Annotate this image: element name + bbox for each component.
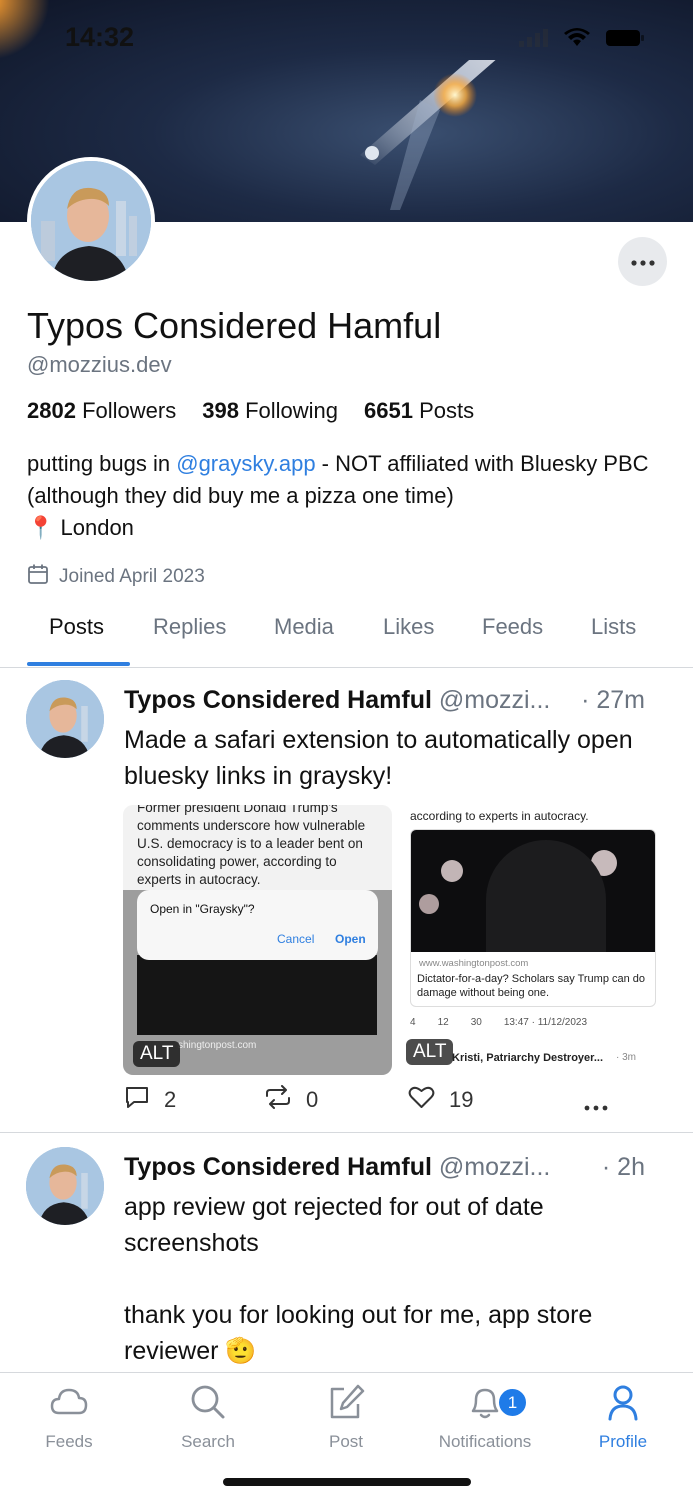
reply-icon <box>124 1085 150 1115</box>
post-text[interactable]: Made a safari extension to automatically… <box>124 722 669 794</box>
nav-profile[interactable]: Profile <box>563 1383 683 1452</box>
post-author-handle: @mozzi... <box>438 1153 551 1181</box>
tab-replies[interactable]: Replies <box>153 614 226 640</box>
person-icon <box>603 1383 643 1426</box>
post-author-name[interactable]: Typos Considered Hamful <box>124 686 432 714</box>
profile-display-name: Typos Considered Hamful <box>27 305 442 346</box>
nav-search[interactable]: Search <box>148 1383 268 1452</box>
post-image-1[interactable]: Former president Donald Trump's comments… <box>123 805 392 1075</box>
profile-tabs: Posts Replies Media Likes Feeds Lists <box>0 600 693 668</box>
tab-lists[interactable]: Lists <box>591 614 636 640</box>
alt-badge[interactable]: ALT <box>133 1041 181 1067</box>
more-options-button[interactable] <box>618 237 667 286</box>
post-timestamp: · 2h <box>601 1153 645 1181</box>
profile-avatar[interactable] <box>27 157 155 285</box>
status-time: 14:32 <box>65 22 135 52</box>
status-bar: 14:32 <box>0 0 693 80</box>
profile-bio: putting bugs in @graysky.app - NOT affil… <box>27 451 649 540</box>
battery-icon <box>605 28 645 53</box>
rocket-banner-image <box>360 60 496 210</box>
heart-icon <box>408 1085 435 1115</box>
post-author-avatar[interactable] <box>26 1147 104 1225</box>
wifi-icon <box>563 28 591 53</box>
home-indicator[interactable] <box>223 1478 471 1486</box>
alt-badge[interactable]: ALT <box>406 1039 454 1065</box>
bio-mention-link[interactable]: @graysky.app <box>176 451 315 476</box>
repost-button[interactable]: 0 <box>264 1085 318 1115</box>
following-stat[interactable]: 398 Following <box>202 398 338 424</box>
ellipsis-icon <box>584 1091 608 1117</box>
signal-icon <box>519 29 549 52</box>
profile-handle: @mozzius.dev <box>27 352 172 377</box>
nav-post[interactable]: Post <box>286 1383 406 1452</box>
image-article-text: Former president Donald Trump's comments… <box>137 805 366 887</box>
post-header: Typos Considered Hamful @mozzi... · 2h <box>124 1153 669 1182</box>
post-text[interactable]: app review got rejected for out of date … <box>124 1189 669 1369</box>
reply-button[interactable]: 2 <box>124 1085 176 1115</box>
cloud-icon <box>49 1383 89 1426</box>
post-author-avatar[interactable] <box>26 680 104 758</box>
post-timestamp: · 27m <box>581 686 645 714</box>
post-author-handle: @mozzi... <box>438 686 551 714</box>
joined-date: Joined April 2023 <box>27 563 205 591</box>
ellipsis-icon <box>630 253 655 271</box>
post-header: Typos Considered Hamful @mozzi... · 27m <box>124 686 669 715</box>
notification-badge: 1 <box>497 1387 528 1418</box>
bio-location: 📍 London <box>27 515 134 540</box>
link-card: www.washingtonpost.com Dictator-for-a-da… <box>410 829 656 1007</box>
nav-feeds[interactable]: Feeds <box>9 1383 129 1452</box>
post-author-name[interactable]: Typos Considered Hamful <box>124 1153 432 1181</box>
repost-count: 0 <box>306 1087 319 1112</box>
post-divider <box>0 1132 693 1133</box>
tab-posts[interactable]: Posts <box>49 614 104 640</box>
compose-icon <box>326 1383 366 1426</box>
tab-likes[interactable]: Likes <box>383 614 434 640</box>
tab-media[interactable]: Media <box>274 614 334 640</box>
like-button[interactable]: 19 <box>408 1085 473 1115</box>
repost-icon <box>264 1085 292 1115</box>
posts-stat: 6651 Posts <box>364 398 475 423</box>
calendar-icon <box>27 563 49 591</box>
like-count: 19 <box>449 1087 474 1112</box>
active-tab-indicator <box>27 662 130 666</box>
post-actions: 2 0 19 <box>0 1085 693 1119</box>
nav-notifications[interactable]: Notifications 1 <box>425 1383 545 1452</box>
reply-count: 2 <box>164 1087 177 1112</box>
post-image-2[interactable]: according to experts in autocracy. www.w… <box>404 805 669 1075</box>
tab-feeds[interactable]: Feeds <box>482 614 543 640</box>
search-icon <box>188 1383 228 1426</box>
post-more-button[interactable] <box>584 1091 608 1117</box>
profile-stats: 2802 Followers 398 Following 6651 Posts <box>27 398 474 424</box>
followers-stat[interactable]: 2802 Followers <box>27 398 176 424</box>
open-dialog: Open in "Graysky"? Cancel Open <box>137 890 378 960</box>
